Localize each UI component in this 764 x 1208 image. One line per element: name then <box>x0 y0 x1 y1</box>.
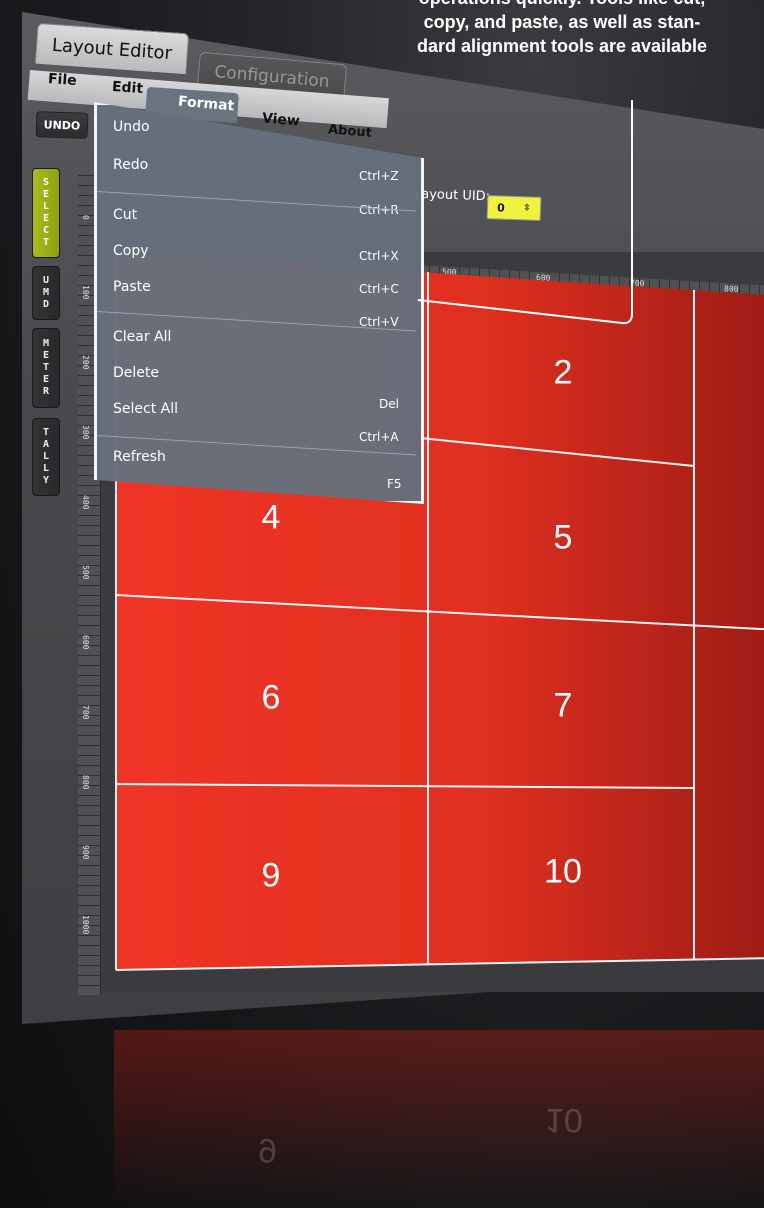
tile-7[interactable]: 7 <box>554 687 573 726</box>
tile-10[interactable]: 10 <box>544 853 582 892</box>
callout-connector <box>417 100 633 325</box>
floor-reflection <box>114 1030 764 1208</box>
reflection-tile-9: 9 <box>258 1131 277 1169</box>
tile-2[interactable]: 2 <box>554 354 573 393</box>
reflection-tile-10: 10 <box>545 1101 583 1139</box>
shortcut-delete: Del <box>379 397 399 411</box>
tile-5[interactable]: 5 <box>554 519 573 558</box>
menu-item-refresh[interactable]: Refresh <box>113 449 166 465</box>
menu-item-select-all[interactable]: Select All <box>113 401 178 417</box>
tile-6[interactable]: 6 <box>262 679 281 718</box>
menu-item-delete[interactable]: Delete <box>113 365 159 381</box>
tile-9[interactable]: 9 <box>262 857 281 896</box>
shortcut-refresh: F5 <box>387 477 402 491</box>
shortcut-select-all: Ctrl+A <box>359 430 399 444</box>
tile-4[interactable]: 4 <box>262 499 281 538</box>
